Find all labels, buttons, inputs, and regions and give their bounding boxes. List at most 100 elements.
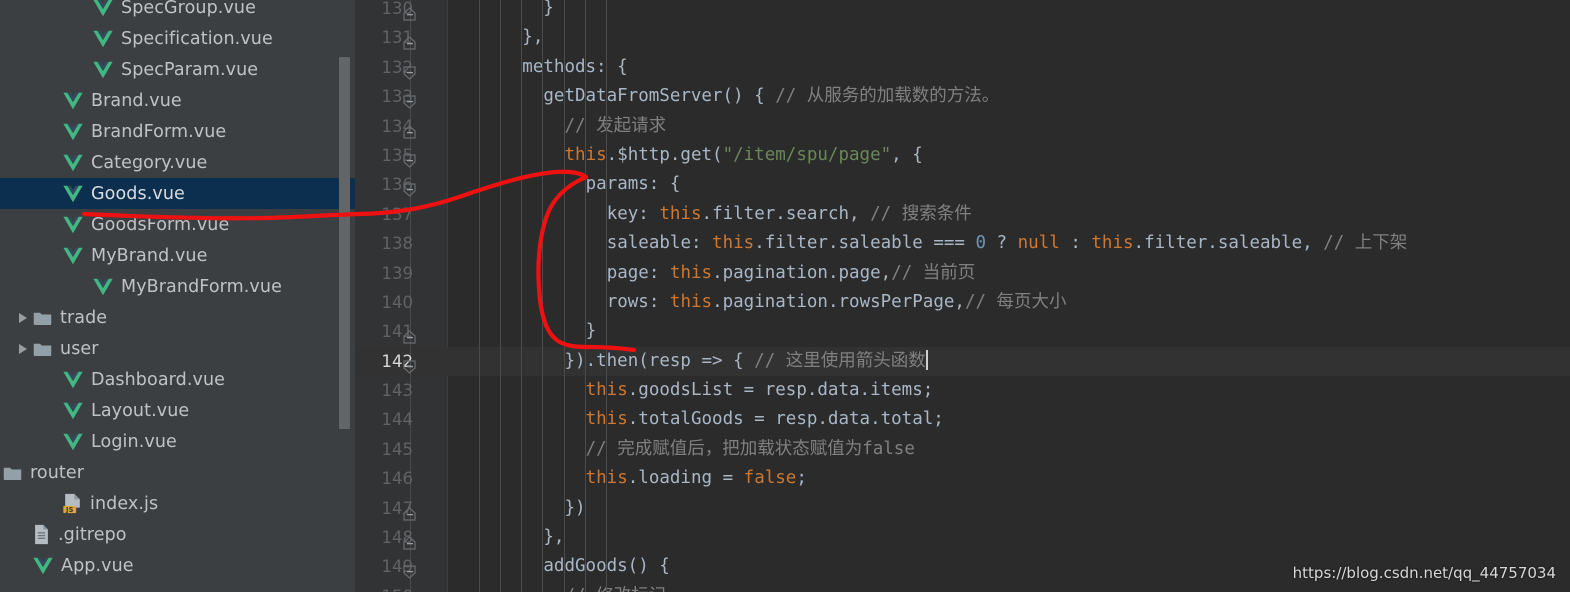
- code-text[interactable]: getDataFromServer() { // 从服务的加载数的方法。: [543, 82, 999, 111]
- code-text[interactable]: page: this.pagination.page,// 当前页: [607, 259, 976, 288]
- tree-item-goodsform-vue[interactable]: GoodsForm.vue: [0, 209, 355, 240]
- project-tree-panel[interactable]: SpecGroup.vue Specification.vue SpecParam.…: [0, 0, 355, 592]
- code-token: null: [1017, 233, 1060, 254]
- fold-start-icon[interactable]: [401, 61, 418, 80]
- fold-end-icon[interactable]: [401, 31, 418, 50]
- project-tree-scrollbar[interactable]: [339, 0, 350, 592]
- fold-start-icon[interactable]: [401, 178, 418, 198]
- tree-item-category-vue[interactable]: Category.vue: [0, 147, 355, 178]
- line-gutter: 149: [355, 552, 459, 581]
- tree-item-label: App.vue: [61, 555, 134, 576]
- tree-item-layout-vue[interactable]: Layout.vue: [0, 395, 355, 426]
- code-text[interactable]: // 发起请求: [565, 112, 667, 141]
- svg-text:JS: JS: [65, 505, 74, 513]
- code-text[interactable]: },: [543, 523, 564, 552]
- code-line[interactable]: 139 page: this.pagination.page,// 当前页: [355, 258, 1570, 288]
- code-text[interactable]: saleable: this.filter.saleable === 0 ? n…: [607, 229, 1408, 258]
- tree-item-specparam-vue[interactable]: SpecParam.vue: [0, 54, 355, 85]
- code-line[interactable]: 140 rows: this.pagination.rowsPerPage,// …: [355, 287, 1570, 318]
- fold-end-icon[interactable]: [401, 531, 418, 550]
- code-text[interactable]: this.loading = false;: [586, 464, 807, 493]
- code-text[interactable]: rows: this.pagination.rowsPerPage,// 每页大…: [607, 288, 1067, 317]
- code-text[interactable]: this.goodsList = resp.data.items;: [586, 376, 934, 405]
- code-line[interactable]: 134 // 发起请求: [355, 111, 1570, 141]
- code-text[interactable]: addGoods() {: [543, 552, 669, 581]
- chevron-collapsed-icon[interactable]: [16, 341, 32, 357]
- code-text[interactable]: }): [565, 494, 586, 523]
- code-line[interactable]: 141}: [355, 317, 1570, 347]
- code-text[interactable]: // 修改标记: [565, 582, 667, 592]
- code-text[interactable]: params: {: [586, 170, 681, 199]
- chevron-expanded-icon[interactable]: [0, 465, 2, 481]
- tree-item-label: index.js: [90, 493, 159, 514]
- code-line[interactable]: 142}).then(resp => { // 这里使用箭头函数: [355, 346, 1570, 377]
- tree-item-specgroup-vue[interactable]: SpecGroup.vue: [0, 0, 355, 23]
- code-text[interactable]: key: this.filter.search, // 搜索条件: [607, 200, 972, 229]
- line-gutter: 141: [355, 317, 459, 346]
- code-line[interactable]: 137 key: this.filter.search, // 搜索条件: [355, 199, 1570, 230]
- code-text[interactable]: },: [522, 23, 543, 52]
- code-line-list[interactable]: 130} 131}, 132 methods: {133 getDataFromServ…: [355, 0, 1570, 592]
- code-token: this: [659, 203, 702, 224]
- code-line[interactable]: 130}: [355, 0, 1570, 24]
- code-line[interactable]: 132 methods: {: [355, 52, 1570, 83]
- vue-icon: [62, 90, 84, 112]
- tree-item-brand-vue[interactable]: Brand.vue: [0, 85, 355, 116]
- fold-start-icon[interactable]: [401, 560, 418, 580]
- code-line[interactable]: 144 this.totalGoods = resp.data.total;: [355, 405, 1570, 435]
- tree-item-user[interactable]: user: [0, 333, 355, 364]
- tree-item-label: Goods.vue: [91, 183, 185, 204]
- code-line[interactable]: 148},: [355, 523, 1570, 553]
- code-editor[interactable]: 130} 131}, 132 methods: {133 getDataFromServ…: [355, 0, 1570, 592]
- code-text[interactable]: methods: {: [522, 53, 627, 82]
- project-tree-scrollbar-thumb[interactable]: [339, 57, 350, 429]
- code-text[interactable]: }).then(resp => { // 这里使用箭头函数: [565, 347, 928, 376]
- tree-item-label: Brand.vue: [91, 90, 182, 111]
- code-text[interactable]: // 完成赋值后，把加载状态赋值为false: [586, 435, 915, 464]
- tree-item-dashboard-vue[interactable]: Dashboard.vue: [0, 364, 355, 395]
- code-text[interactable]: }: [586, 317, 597, 346]
- tree-item-label: MyBrand.vue: [91, 245, 208, 266]
- code-text[interactable]: }: [543, 0, 554, 23]
- code-text[interactable]: this.$http.get("/item/spu/page", {: [565, 141, 923, 170]
- code-line[interactable]: 131},: [355, 23, 1570, 53]
- code-text[interactable]: this.totalGoods = resp.data.total;: [586, 405, 944, 434]
- code-line[interactable]: 136 params: {: [355, 170, 1570, 200]
- tree-item-specification-vue[interactable]: Specification.vue: [0, 23, 355, 54]
- tree-item-router[interactable]: router: [0, 457, 355, 488]
- fold-start-icon[interactable]: [401, 149, 418, 168]
- tree-item-login-vue[interactable]: Login.vue: [0, 426, 355, 457]
- fold-start-icon[interactable]: [401, 90, 418, 109]
- code-line[interactable]: 138 saleable: this.filter.saleable === 0 …: [355, 229, 1570, 259]
- code-line[interactable]: 145 // 完成赋值后，把加载状态赋值为false: [355, 434, 1570, 465]
- line-gutter: 130: [355, 0, 459, 23]
- tree-item-mybrandform-vue[interactable]: MyBrandForm.vue: [0, 271, 355, 302]
- code-line[interactable]: 146 this.loading = false;: [355, 464, 1570, 494]
- code-token: .pagination.page,: [712, 262, 892, 283]
- code-line[interactable]: 133 getDataFromServer() { // 从服务的加载数的方法。: [355, 82, 1570, 112]
- ide-window: SpecGroup.vue Specification.vue SpecParam.…: [0, 0, 1570, 592]
- tree-item-gitrepo[interactable]: .gitrepo: [0, 519, 355, 550]
- fold-end-icon[interactable]: [401, 502, 418, 521]
- fold-end-icon[interactable]: [401, 120, 418, 139]
- project-tree-list[interactable]: SpecGroup.vue Specification.vue SpecParam.…: [0, 0, 355, 581]
- fold-end-icon[interactable]: [401, 2, 418, 21]
- tree-item-brandform-vue[interactable]: BrandForm.vue: [0, 116, 355, 147]
- tree-item-index-js[interactable]: JS index.js: [0, 488, 355, 519]
- fold-start-icon[interactable]: [401, 355, 418, 374]
- tree-item-trade[interactable]: trade: [0, 302, 355, 333]
- tree-item-goods-vue[interactable]: Goods.vue: [0, 178, 355, 209]
- code-line[interactable]: 143 this.goodsList = resp.data.items;: [355, 376, 1570, 406]
- code-line[interactable]: 150 // 修改标记: [355, 581, 1570, 592]
- code-line[interactable]: 147}): [355, 493, 1570, 524]
- tree-item-mybrand-vue[interactable]: MyBrand.vue: [0, 240, 355, 271]
- code-token: // 发起请求: [564, 115, 667, 136]
- chevron-collapsed-icon[interactable]: [16, 310, 32, 326]
- tree-item-app-vue[interactable]: App.vue: [0, 550, 355, 581]
- fold-end-icon[interactable]: [401, 325, 418, 344]
- code-line[interactable]: 135 this.$http.get("/item/spu/page", {: [355, 140, 1570, 171]
